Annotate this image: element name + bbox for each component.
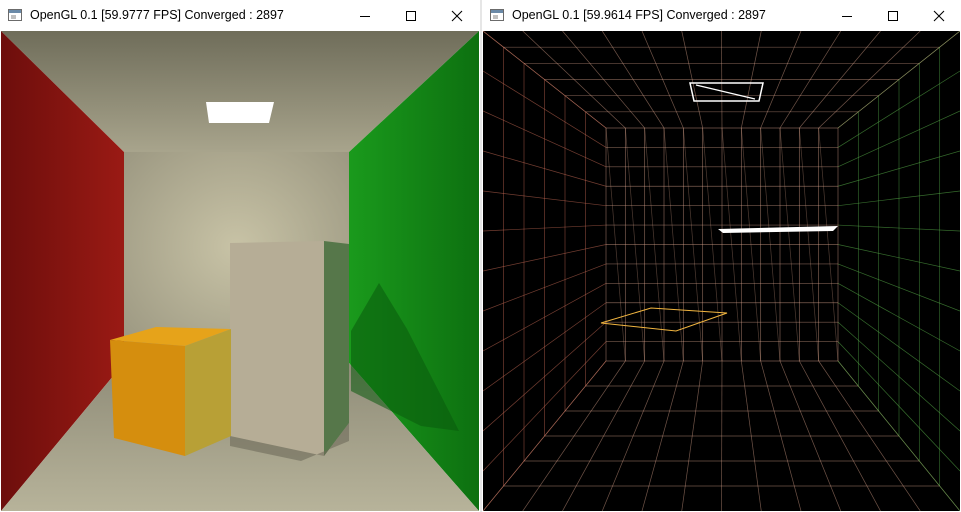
ceiling-light: [206, 102, 274, 123]
minimize-icon: [360, 15, 370, 17]
window-title: OpenGL 0.1 [59.9777 FPS] Converged : 289…: [30, 8, 284, 22]
minimize-icon: [842, 15, 852, 17]
close-icon: [933, 10, 945, 21]
maximize-icon: [888, 10, 898, 21]
window-title: OpenGL 0.1 [59.9614 FPS] Converged : 289…: [512, 8, 766, 22]
close-icon: [451, 10, 463, 21]
short-box-front: [110, 340, 185, 456]
close-button[interactable]: [434, 0, 480, 31]
titlebar[interactable]: OpenGL 0.1 [59.9777 FPS] Converged : 289…: [0, 0, 480, 31]
app-icon[interactable]: [8, 9, 22, 21]
maximize-button[interactable]: [388, 0, 434, 31]
close-button[interactable]: [916, 0, 961, 31]
minimize-button[interactable]: [342, 0, 388, 31]
short-box-side: [185, 329, 231, 456]
tall-box-front: [230, 241, 324, 456]
render-viewport[interactable]: [1, 31, 479, 511]
shaded-scene: [1, 31, 479, 511]
render-viewport[interactable]: [483, 31, 960, 511]
app-icon[interactable]: [490, 9, 504, 21]
tall-box-side: [324, 241, 349, 456]
maximize-icon: [406, 10, 416, 21]
left-window: OpenGL 0.1 [59.9777 FPS] Converged : 289…: [0, 0, 480, 512]
minimize-button[interactable]: [824, 0, 870, 31]
maximize-button[interactable]: [870, 0, 916, 31]
titlebar[interactable]: OpenGL 0.1 [59.9614 FPS] Converged : 289…: [482, 0, 961, 31]
right-window: OpenGL 0.1 [59.9614 FPS] Converged : 289…: [482, 0, 961, 512]
wireframe-scene: [483, 31, 960, 511]
